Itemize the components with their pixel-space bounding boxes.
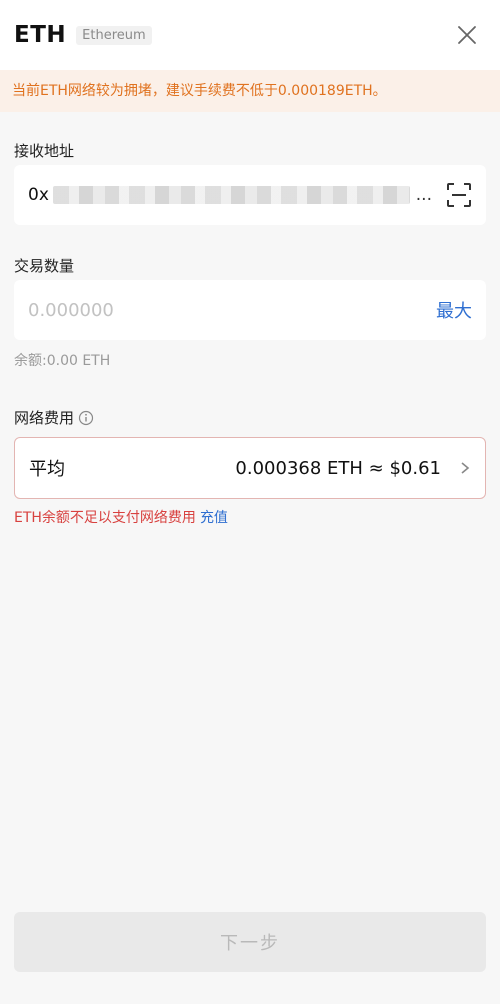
- address-ellipsis: ...: [415, 185, 432, 205]
- address-redacted: [52, 186, 410, 204]
- fee-label: 网络费用: [14, 409, 75, 427]
- fee-value: 0.000368 ETH ≈ $0.61: [235, 457, 441, 479]
- recharge-link[interactable]: 充值: [200, 510, 228, 526]
- fee-right: 0.000368 ETH ≈ $0.61: [235, 458, 471, 479]
- fee-error-text: ETH余额不足以支付网络费用: [14, 510, 196, 526]
- address-prefix: 0x: [28, 185, 49, 205]
- amount-input[interactable]: [28, 299, 328, 321]
- send-page: ETH Ethereum 当前ETH网络较为拥堵，建议手续费不低于0.00018…: [0, 0, 500, 1004]
- fee-level: 平均: [29, 459, 65, 480]
- amount-field: 最大: [14, 280, 486, 340]
- chevron-right-icon: [461, 462, 470, 474]
- address-label: 接收地址: [14, 142, 75, 160]
- close-icon[interactable]: [456, 24, 478, 46]
- page-title: ETH: [14, 22, 67, 48]
- congestion-warning: 当前ETH网络较为拥堵，建议手续费不低于0.000189ETH。: [0, 70, 500, 112]
- fee-error: ETH余额不足以支付网络费用 充值: [14, 507, 228, 527]
- fee-label-row: 网络费用: [0, 407, 94, 428]
- fee-selector[interactable]: 平均 0.000368 ETH ≈ $0.61: [14, 437, 486, 499]
- next-button[interactable]: 下一步: [14, 912, 486, 972]
- scan-icon[interactable]: [446, 182, 472, 208]
- info-icon[interactable]: [78, 410, 94, 426]
- amount-label: 交易数量: [14, 257, 75, 275]
- address-field[interactable]: 0x ...: [14, 165, 486, 225]
- balance-text: 余额:0.00 ETH: [14, 353, 111, 369]
- header: ETH Ethereum: [0, 0, 500, 70]
- max-button[interactable]: 最大: [436, 297, 472, 323]
- network-badge: Ethereum: [76, 25, 152, 45]
